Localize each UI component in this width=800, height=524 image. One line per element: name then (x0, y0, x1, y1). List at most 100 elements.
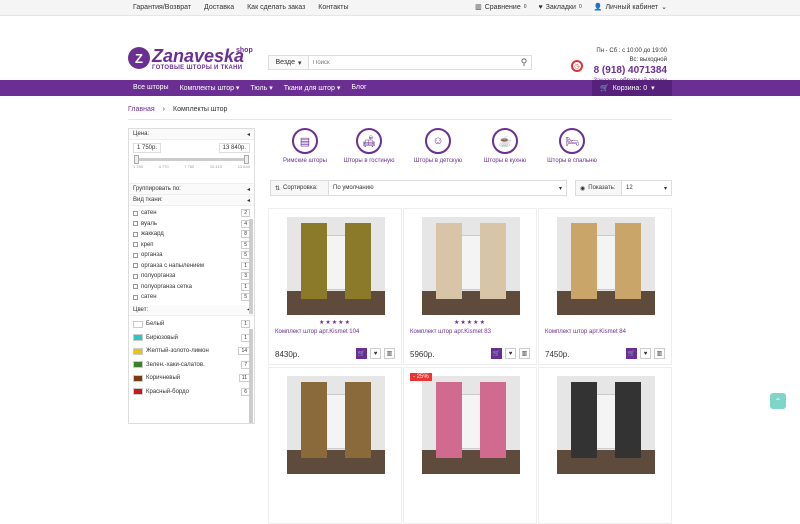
breadcrumb: Главная › Комплекты штор (128, 106, 227, 113)
top-link-delivery[interactable]: Доставка (204, 4, 234, 11)
heart-icon[interactable]: ♥ (640, 348, 651, 359)
cart-icon[interactable]: 🛒 (356, 348, 367, 359)
heart-icon[interactable]: ♥ (505, 348, 516, 359)
product-name[interactable]: Комплект штор арт.Kismet 83 (410, 329, 491, 335)
color-swatch[interactable] (133, 361, 143, 369)
fabric-filter-header[interactable]: Вид ткани: ◂ (129, 195, 254, 206)
collapse-icon: ◂ (246, 197, 250, 204)
top-link-howto[interactable]: Как сделать заказ (247, 4, 305, 11)
fabric-option[interactable]: сатен 5 (133, 292, 250, 303)
top-link-warranty[interactable]: Гарантия/Возврат (133, 4, 191, 11)
checkbox[interactable] (133, 242, 138, 248)
nav-curtain-sets[interactable]: Комплекты штор ▾ (180, 84, 240, 92)
price-filter-header[interactable]: Цена: ◂ (129, 129, 254, 140)
cart-icon[interactable]: 🛒 (491, 348, 502, 359)
chart-icon[interactable]: ▥ (654, 348, 665, 359)
category-bedroom[interactable]: 🛏 Шторы в спальню (537, 128, 607, 164)
color-option[interactable]: Зелен.-хаки-салатов. 7 (133, 358, 250, 372)
fabric-option[interactable]: креп 5 (133, 240, 250, 251)
color-swatch[interactable] (133, 347, 143, 355)
group-by-header[interactable]: Группировать по: ◂ (129, 184, 254, 195)
fabric-option[interactable]: сатен 2 (133, 208, 250, 219)
cart-icon[interactable]: 🛒 (626, 348, 637, 359)
color-option[interactable]: Бирюзовый 1 (133, 331, 250, 345)
nav-tulle[interactable]: Тюль ▾ (250, 84, 272, 92)
fabric-option[interactable]: вуаль 4 (133, 219, 250, 230)
fabric-option[interactable]: полуорганза сетка 1 (133, 282, 250, 293)
compare-link[interactable]: ▥ Сравнение 0 (475, 3, 526, 12)
search-input[interactable] (309, 56, 517, 69)
chart-icon[interactable]: ▥ (384, 348, 395, 359)
slider-handle-min[interactable] (134, 155, 139, 164)
search-icon[interactable]: ⚲ (517, 56, 531, 69)
chart-icon[interactable]: ▥ (519, 348, 530, 359)
product-image[interactable] (557, 376, 655, 474)
product-name[interactable]: Комплект штор арт.Kismet 84 (545, 329, 626, 335)
cart-button[interactable]: 🛒 Корзина: 0 ▾ (592, 80, 672, 96)
category-kitchen[interactable]: ☕ Шторы в кухню (470, 128, 540, 164)
sort-icon: ⇅ (275, 185, 281, 192)
scroll-top-button[interactable]: ⌃ (770, 393, 786, 409)
color-option[interactable]: Желтый-золото-лимон 14 (133, 345, 250, 359)
product-price: 7450р. (545, 350, 570, 359)
nav-all-curtains[interactable]: Все шторы (133, 84, 169, 92)
living-room-icon: 🛋 (356, 128, 382, 154)
product-image[interactable] (422, 217, 520, 315)
checkbox[interactable] (133, 210, 138, 216)
color-option[interactable]: Белый 1 (133, 318, 250, 332)
product-image[interactable] (422, 376, 520, 474)
color-option[interactable]: Красный-бордо 6 (133, 385, 250, 399)
fabric-option[interactable]: жаккард 8 (133, 229, 250, 240)
breadcrumb-home[interactable]: Главная (128, 106, 155, 113)
product-image[interactable] (287, 376, 385, 474)
product-card[interactable]: Комплект штор арт.Kismet 84 7450р. 🛒 ♥ ▥ (538, 208, 672, 365)
sort-select[interactable]: По умолчанию ▾ (329, 185, 566, 192)
fabric-option[interactable]: полуорганза 3 (133, 271, 250, 282)
fabric-option[interactable]: органза с напылением 1 (133, 261, 250, 272)
checkbox[interactable] (133, 231, 138, 237)
top-link-contacts[interactable]: Контакты (318, 4, 348, 11)
bookmarks-link[interactable]: ♥ Закладки 0 (539, 4, 582, 11)
product-card[interactable] (268, 367, 402, 524)
category-roman[interactable]: ▤ Римские шторы (270, 128, 340, 164)
roman-blind-icon: ▤ (292, 128, 318, 154)
show-select[interactable]: 12 ▾ (622, 185, 671, 192)
product-image[interactable] (557, 217, 655, 315)
price-max-field[interactable]: 13 840р. (218, 143, 250, 153)
logo[interactable]: Z Zanaveska ГОТОВЫЕ ШТОРЫ И ТКАНИ shop (128, 47, 253, 71)
color-swatch[interactable] (133, 388, 143, 396)
price-min-field[interactable]: 1 750р. (133, 143, 162, 153)
color-option[interactable]: Коричневый 11 (133, 372, 250, 386)
color-swatch[interactable] (133, 320, 143, 328)
product-name[interactable]: Комплект штор арт.Kismet 104 (275, 329, 359, 335)
checkbox[interactable] (133, 294, 138, 300)
price-slider[interactable] (134, 155, 249, 164)
product-card[interactable]: ★★★★★ Комплект штор арт.Kismet 83 5960р. 🛒 ♥… (403, 208, 537, 365)
checkbox[interactable] (133, 263, 138, 269)
scrollbar[interactable] (249, 219, 253, 314)
category-links: ▤ Римские шторы 🛋 Шторы в гостиную ☺ Шторы … (270, 128, 675, 176)
phone-number[interactable]: 8 (918) 4071384 (593, 65, 667, 77)
category-kids-room[interactable]: ☺ Шторы в детскую (403, 128, 473, 164)
nav-fabrics[interactable]: Ткани для штор ▾ (284, 84, 341, 92)
checkbox[interactable] (133, 284, 138, 290)
nav-blog[interactable]: Блог (351, 84, 366, 92)
heart-icon[interactable]: ♥ (370, 348, 381, 359)
chevron-down-icon: ▾ (651, 85, 655, 92)
color-swatch[interactable] (133, 374, 143, 382)
checkbox[interactable] (133, 252, 138, 258)
account-link[interactable]: 👤 Личный кабинет ⌄ (594, 3, 667, 12)
product-card[interactable] (538, 367, 672, 524)
fabric-option[interactable]: органза 5 (133, 250, 250, 261)
product-image[interactable] (287, 217, 385, 315)
product-card[interactable]: - 25% (403, 367, 537, 524)
category-living-room[interactable]: 🛋 Шторы в гостиную (334, 128, 404, 164)
scrollbar[interactable] (249, 329, 253, 423)
checkbox[interactable] (133, 221, 138, 227)
color-filter-header[interactable]: Цвет:◂ (129, 304, 254, 316)
search-scope-select[interactable]: Везде ▾ (269, 56, 309, 69)
product-card[interactable]: ★★★★★ Комплект штор арт.Kismet 104 8430р. 🛒… (268, 208, 402, 365)
color-swatch[interactable] (133, 334, 143, 342)
checkbox[interactable] (133, 273, 138, 279)
slider-handle-max[interactable] (244, 155, 249, 164)
